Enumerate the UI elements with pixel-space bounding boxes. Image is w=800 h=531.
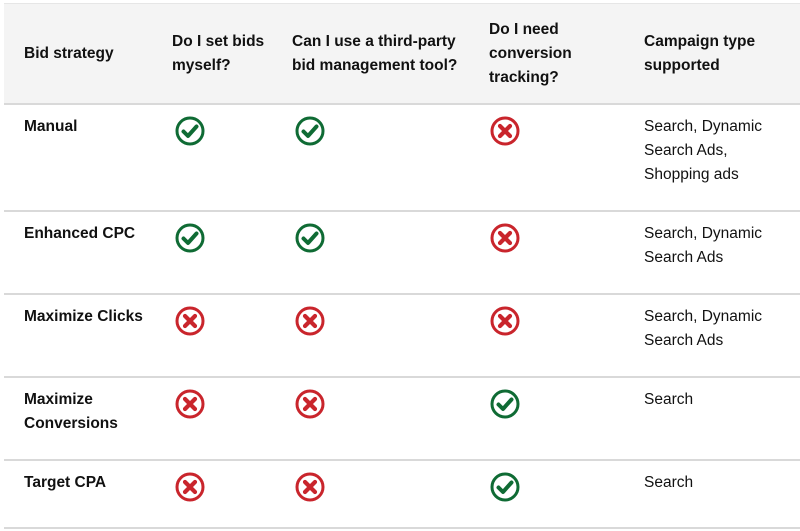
- bid-strategy-name: Maximize Clicks: [24, 308, 143, 325]
- bid-strategy-name: Manual: [24, 118, 78, 135]
- campaign-types: Search, Dynamic Search Ads: [644, 225, 763, 266]
- header-campaign-type: Campaign type supported: [644, 32, 756, 74]
- table-row: Manual Search, Dynamic Search Ads, Shoppi…: [4, 105, 800, 212]
- table-row: Maximize Conversions Search: [4, 378, 800, 461]
- header-conversion-tracking: Do I need conversion tracking?: [489, 20, 572, 86]
- table-row: Maximize Clicks Search, Dynamic Search Ad…: [4, 295, 800, 378]
- header-bid-strategy: Bid strategy: [24, 44, 114, 62]
- x-circle-icon: [174, 471, 206, 503]
- bid-strategy-name: Enhanced CPC: [24, 225, 136, 242]
- x-circle-icon: [174, 388, 206, 420]
- header-third-party: Can I use a third-party bid management t…: [292, 32, 458, 74]
- table-row: Target CPA Search: [4, 461, 800, 529]
- x-circle-icon: [294, 388, 326, 420]
- check-circle-icon: [489, 471, 521, 503]
- table-row: Enhanced CPC Search, Dynamic Search Ads: [4, 212, 800, 295]
- bid-strategy-name: Maximize Conversions: [24, 391, 118, 432]
- x-circle-icon: [489, 115, 521, 147]
- x-circle-icon: [294, 471, 326, 503]
- x-circle-icon: [489, 222, 521, 254]
- check-circle-icon: [174, 115, 206, 147]
- header-set-bids: Do I set bids myself?: [172, 32, 265, 74]
- x-circle-icon: [294, 305, 326, 337]
- table-header-row: Bid strategy Do I set bids myself? Can I…: [4, 3, 800, 105]
- x-circle-icon: [174, 305, 206, 337]
- x-circle-icon: [489, 305, 521, 337]
- check-circle-icon: [294, 115, 326, 147]
- campaign-types: Search: [644, 391, 694, 408]
- bid-strategy-name: Target CPA: [24, 474, 107, 491]
- campaign-types: Search, Dynamic Search Ads: [644, 308, 763, 349]
- check-circle-icon: [174, 222, 206, 254]
- campaign-types: Search: [644, 474, 694, 491]
- check-circle-icon: [489, 388, 521, 420]
- check-circle-icon: [294, 222, 326, 254]
- campaign-types: Search, Dynamic Search Ads, Shopping ads: [644, 118, 763, 183]
